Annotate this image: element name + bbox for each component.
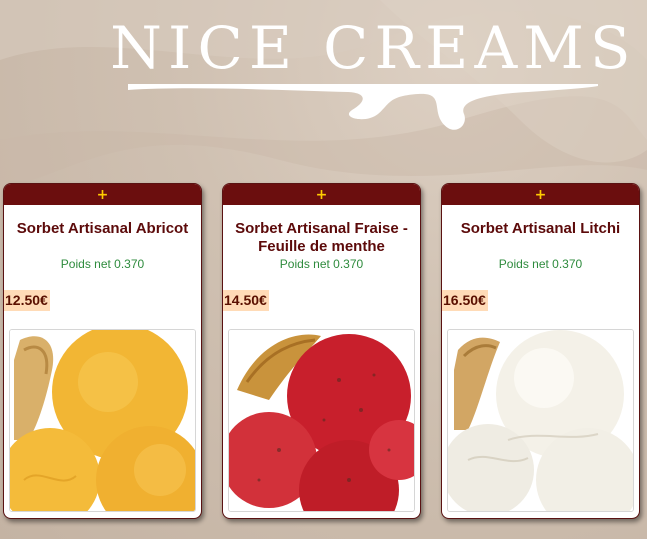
product-name[interactable]: Sorbet Artisanal Fraise - Feuille de men… — [227, 220, 416, 256]
plus-icon: + — [315, 186, 328, 203]
product-card[interactable]: + Sorbet Artisanal Litchi Poids net 0.37… — [441, 183, 640, 519]
product-name[interactable]: Sorbet Artisanal Litchi — [446, 220, 635, 238]
product-price: 16.50€ — [442, 290, 488, 311]
product-weight: Poids net 0.370 — [279, 257, 364, 271]
product-card[interactable]: + Sorbet Artisanal Fraise - Feuille de m… — [222, 183, 421, 519]
product-weight: Poids net 0.370 — [60, 257, 145, 271]
product-price: 12.50€ — [4, 290, 50, 311]
plus-icon: + — [96, 186, 109, 203]
cream-drip-decoration — [128, 84, 598, 130]
product-name[interactable]: Sorbet Artisanal Abricot — [8, 220, 197, 238]
product-image[interactable] — [228, 329, 415, 512]
product-price: 14.50€ — [223, 290, 269, 311]
product-weight: Poids net 0.370 — [498, 257, 583, 271]
add-to-cart-button[interactable]: + — [442, 184, 639, 205]
add-to-cart-button[interactable]: + — [223, 184, 420, 205]
add-to-cart-button[interactable]: + — [4, 184, 201, 205]
brand-logo: Nice Creams — [110, 14, 637, 82]
product-image[interactable] — [447, 329, 634, 512]
product-card[interactable]: + Sorbet Artisanal Abricot Poids net 0.3… — [3, 183, 202, 519]
plus-icon: + — [534, 186, 547, 203]
product-image[interactable] — [9, 329, 196, 512]
